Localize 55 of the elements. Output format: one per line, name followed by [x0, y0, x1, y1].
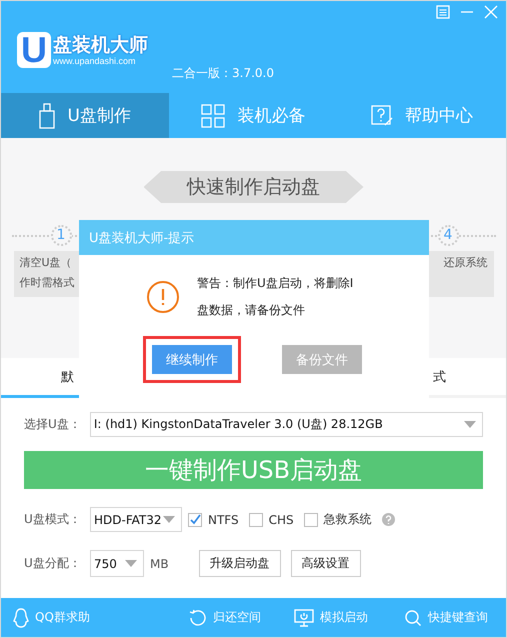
logo-url: www.upandashi.com	[53, 56, 137, 66]
step-text: 还原系统	[444, 255, 488, 271]
step-number: 1	[50, 224, 72, 246]
footer-label: 模拟启动	[320, 609, 368, 626]
mode-select[interactable]: HDD-FAT32	[90, 507, 182, 532]
monitor-icon	[294, 608, 314, 626]
checkbox-label: 急救系统	[324, 511, 372, 528]
undo-icon	[188, 608, 207, 626]
step-text: 清空U盘（	[20, 255, 72, 271]
footer-link[interactable]: 快捷键查询	[404, 608, 488, 626]
footer-link[interactable]: 归还空间	[188, 608, 261, 626]
dialog-button[interactable]: 继续制作	[152, 345, 232, 374]
unit-label: MB	[150, 556, 169, 570]
menu-icon[interactable]	[436, 5, 450, 19]
footer-label: 快捷键查询	[428, 609, 488, 626]
dialog-message: 警告：制作U盘启动，将删除I	[197, 275, 354, 292]
penguin-icon	[13, 608, 29, 628]
footer-label: QQ群求助	[35, 609, 90, 626]
search-icon	[404, 608, 422, 626]
nav-tab[interactable]: 帮助中心	[338, 93, 506, 138]
checkbox[interactable]	[188, 512, 202, 526]
help-icon	[370, 104, 393, 126]
dialog-title: U盘装机大师-提示	[79, 220, 429, 255]
field-label: 选择U盘：	[24, 416, 82, 433]
field-label: U盘模式：	[24, 511, 82, 528]
nav-tab[interactable]: 装机必备	[169, 93, 338, 138]
checkbox[interactable]	[304, 512, 318, 526]
drive-select[interactable]: I: (hd1) KingstonDataTraveler 3.0 (U盘) 28.12GB	[90, 412, 483, 437]
dialog-message: 盘数据，请备份文件	[197, 302, 306, 319]
warning-icon	[147, 281, 179, 313]
footer-link[interactable]: 模拟启动	[294, 608, 368, 626]
step-text: 作时需格式	[20, 275, 74, 291]
section-banner: 快速制作启动盘	[144, 171, 364, 203]
caret-icon	[464, 421, 476, 428]
checkbox[interactable]	[248, 512, 263, 526]
option-button[interactable]: 升级启动盘	[198, 550, 281, 577]
help-icon[interactable]	[382, 513, 395, 526]
usb-drive-icon	[39, 102, 56, 128]
option-button[interactable]: 高级设置	[290, 550, 361, 577]
step-number: 4	[438, 224, 458, 246]
nav-tab[interactable]: U盘制作	[1, 93, 170, 138]
logo-text: 盘装机大师	[53, 34, 148, 56]
version-text: 二合一版：3.7.0.0	[172, 65, 274, 82]
caret-icon	[163, 516, 175, 523]
checkbox-label: NTFS	[208, 512, 239, 526]
close-icon[interactable]	[484, 5, 498, 19]
footer-link[interactable]: QQ群求助	[13, 608, 90, 628]
checkbox-label: CHS	[268, 512, 294, 526]
caret-icon	[125, 560, 137, 567]
footer-label: 归还空间	[212, 609, 261, 626]
logo-letter: U	[17, 32, 51, 68]
make-usb-button[interactable]: 一键制作USB启动盘	[24, 451, 483, 489]
grid-icon	[201, 104, 226, 128]
field-label: U盘分配：	[24, 555, 82, 572]
size-select[interactable]: 750	[90, 550, 144, 577]
